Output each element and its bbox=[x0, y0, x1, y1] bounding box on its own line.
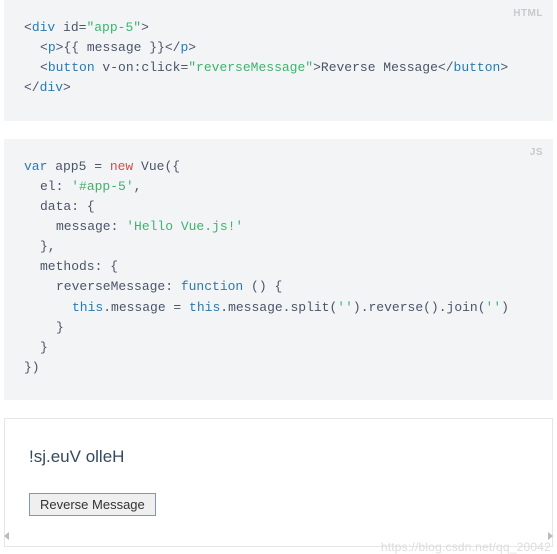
language-badge-html: HTML bbox=[513, 6, 543, 22]
output-panel: !sj.euV olleH Reverse Message bbox=[4, 418, 553, 547]
code-line: var app5 = new Vue({ bbox=[24, 157, 533, 177]
code-line: data: { bbox=[24, 197, 533, 217]
output-text: !sj.euV olleH bbox=[29, 447, 528, 467]
code-line: reverseMessage: function () { bbox=[24, 277, 533, 297]
code-line: } bbox=[24, 318, 533, 338]
language-badge-js: JS bbox=[530, 145, 543, 161]
code-line: <p>{{ message }}</p> bbox=[24, 38, 533, 58]
code-line: }) bbox=[24, 358, 533, 378]
code-block-js: JS var app5 = new Vue({el: '#app-5',data… bbox=[4, 139, 553, 401]
reverse-message-button[interactable]: Reverse Message bbox=[29, 493, 156, 516]
horizontal-scrollbar[interactable] bbox=[0, 531, 557, 540]
code-line: el: '#app-5', bbox=[24, 177, 533, 197]
code-block-html: HTML <div id="app-5"><p>{{ message }}</p… bbox=[4, 0, 553, 121]
code-line: <button v-on:click="reverseMessage">Reve… bbox=[24, 58, 533, 78]
code-line: message: 'Hello Vue.js!' bbox=[24, 217, 533, 237]
code-line: methods: { bbox=[24, 257, 533, 277]
scroll-left-icon[interactable] bbox=[4, 532, 9, 540]
code-line: }, bbox=[24, 237, 533, 257]
code-line: <div id="app-5"> bbox=[24, 18, 533, 38]
code-content-html: <div id="app-5"><p>{{ message }}</p><but… bbox=[24, 18, 533, 99]
code-line: this.message = this.message.split('').re… bbox=[24, 298, 533, 318]
watermark: https://blog.csdn.net/qq_20042 bbox=[381, 540, 551, 554]
code-line: } bbox=[24, 338, 533, 358]
code-content-js: var app5 = new Vue({el: '#app-5',data: {… bbox=[24, 157, 533, 379]
code-line: </div> bbox=[24, 78, 533, 98]
scroll-right-icon[interactable] bbox=[548, 532, 553, 540]
